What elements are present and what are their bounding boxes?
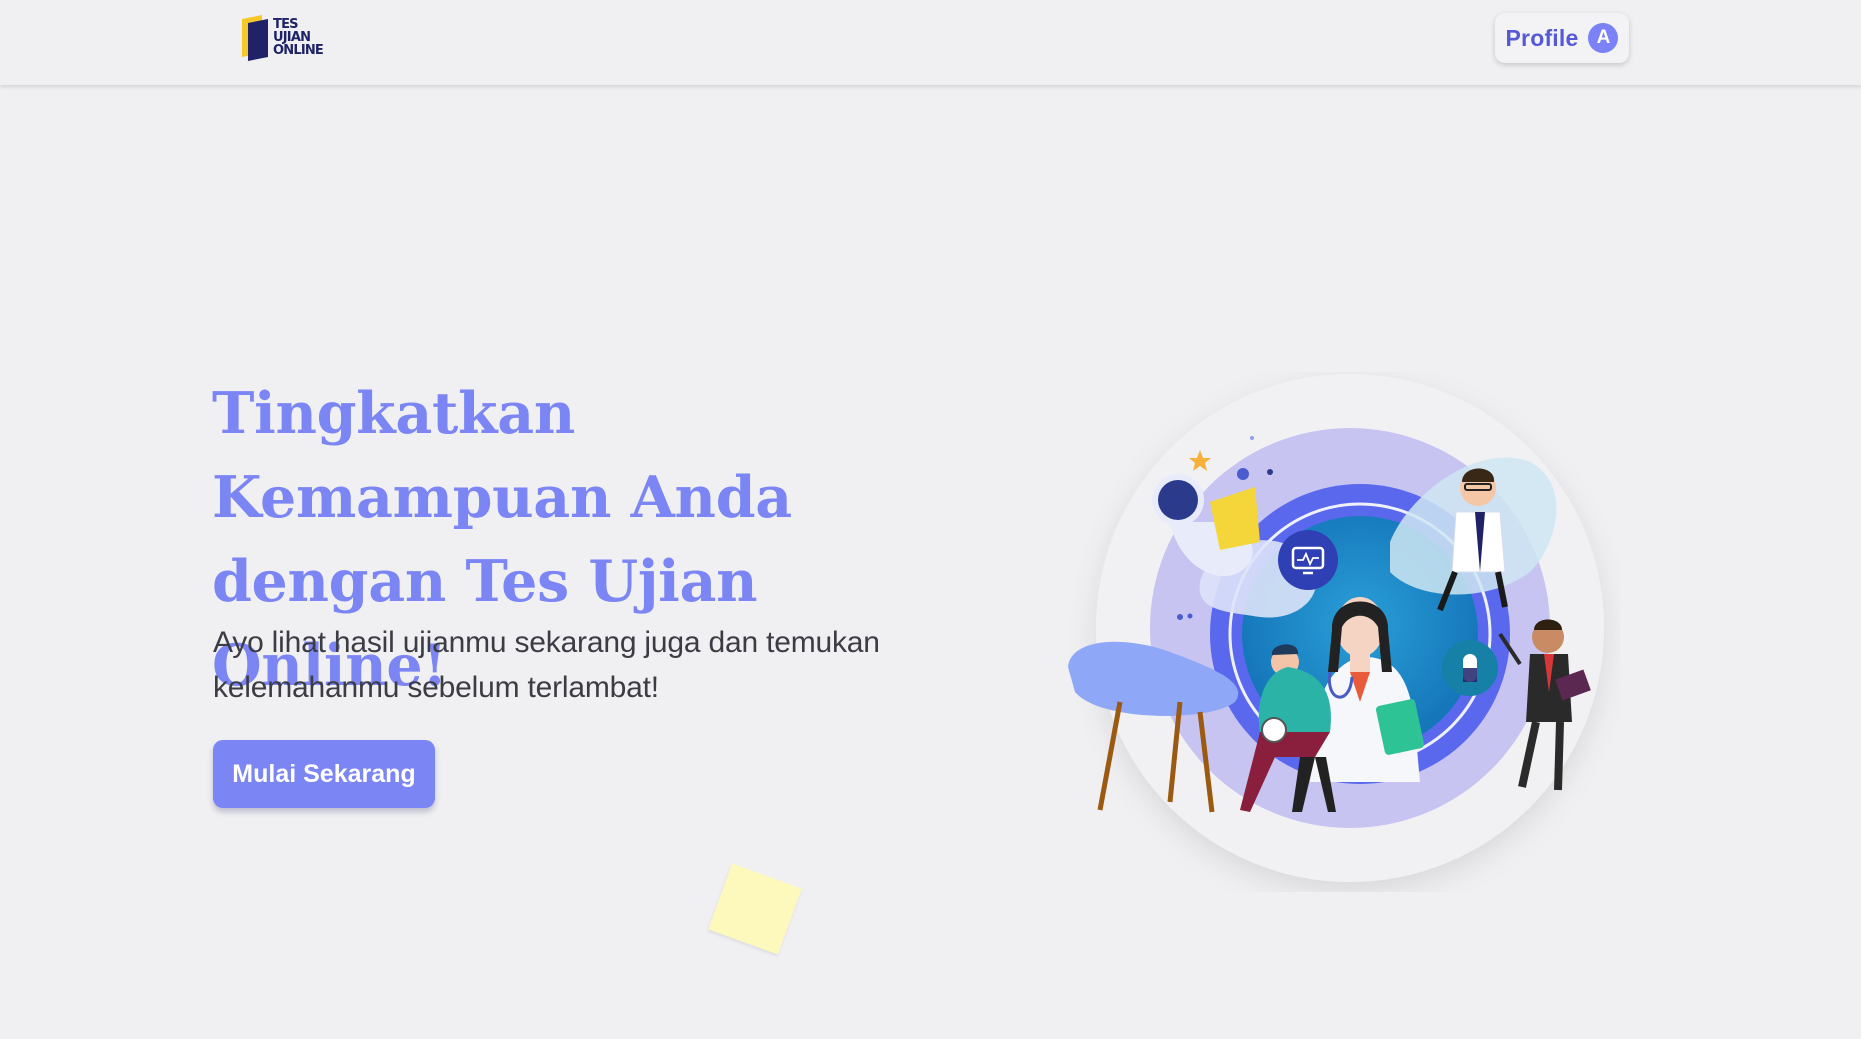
logo-text: TES UJIAN ONLINE	[273, 16, 324, 58]
start-now-button[interactable]: Mulai Sekarang	[213, 740, 435, 808]
logo-line-2: UJIAN	[273, 29, 311, 45]
logo-line-3: ONLINE	[273, 42, 324, 58]
avatar: A	[1588, 23, 1619, 53]
profile-label: Profile	[1505, 24, 1579, 51]
hero-illustration	[1060, 372, 1620, 892]
logo-line-1: TES	[273, 16, 299, 32]
pill-icon	[1442, 640, 1498, 696]
logo[interactable]: TES UJIAN ONLINE	[240, 12, 340, 62]
top-navbar: TES UJIAN ONLINE Profile A	[0, 0, 1861, 85]
book-logo-icon	[240, 13, 270, 61]
decorative-sticky-note	[708, 863, 802, 955]
profile-button[interactable]: Profile A	[1495, 13, 1629, 63]
hero-subtitle: Ayo lihat hasil ujianmu sekarang juga da…	[213, 626, 880, 704]
monitor-icon	[1278, 530, 1338, 590]
